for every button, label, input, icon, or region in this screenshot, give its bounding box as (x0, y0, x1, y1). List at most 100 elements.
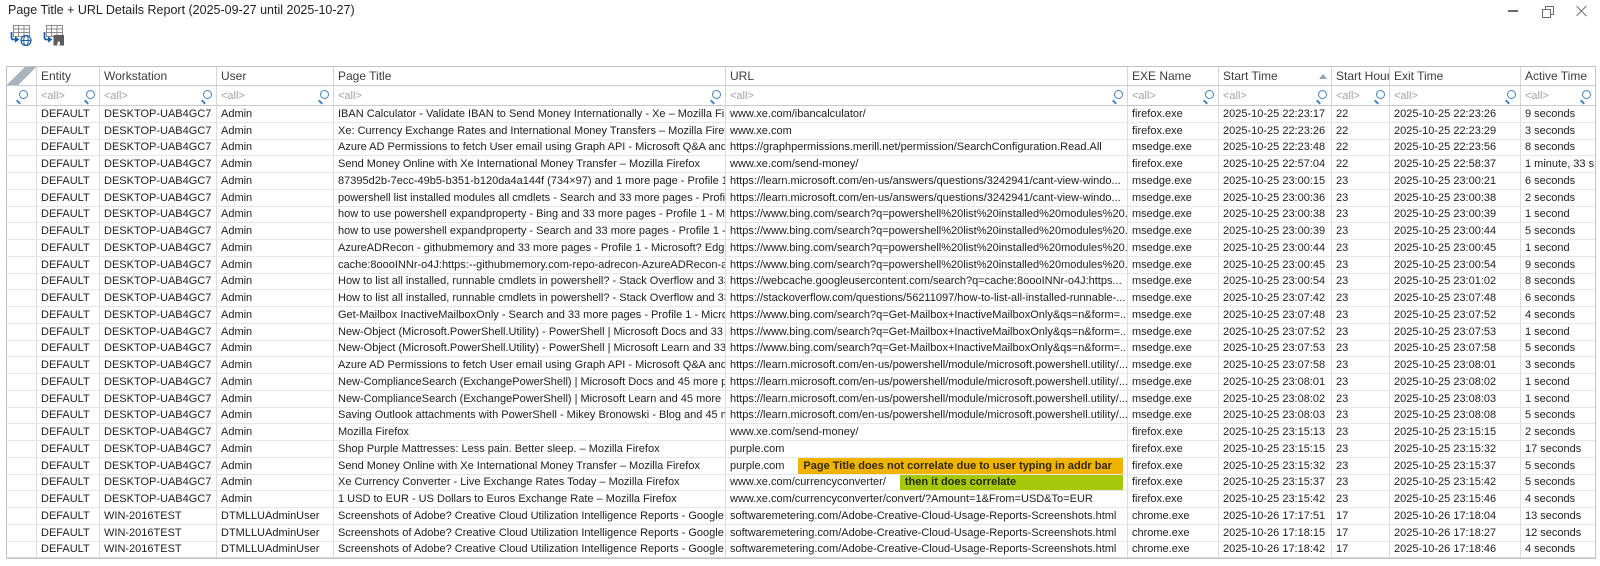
column-header-workstation[interactable]: Workstation (100, 67, 217, 85)
cell-workstation: WIN-2016TEST (100, 525, 217, 541)
filter-indicator[interactable] (7, 86, 37, 105)
search-icon[interactable] (1315, 90, 1327, 102)
cell-entity: DEFAULT (37, 257, 100, 273)
table-row[interactable]: DEFAULTDESKTOP-UAB4GC7AdminNew-Complianc… (7, 374, 1595, 391)
search-icon[interactable] (709, 90, 721, 102)
cell-text: 4 seconds (1525, 543, 1575, 555)
export-html-button[interactable] (8, 23, 34, 47)
cell-start_hour: 23 (1332, 173, 1390, 189)
table-row[interactable]: DEFAULTDESKTOP-UAB4GC7Adminhow to use po… (7, 223, 1595, 240)
minimize-button[interactable] (1504, 3, 1522, 19)
filter-exit_time[interactable]: <all> (1390, 86, 1521, 105)
cell-text: How to list all installed, runnable cmdl… (338, 275, 726, 287)
filter-workstation[interactable]: <all> (100, 86, 217, 105)
filter-start_time[interactable]: <all> (1219, 86, 1332, 105)
table-row[interactable]: DEFAULTDESKTOP-UAB4GC7Admincache:8oooINN… (7, 257, 1595, 274)
filter-url[interactable]: <all> (726, 86, 1128, 105)
cell-text: msedge.exe (1132, 326, 1192, 338)
table-row[interactable]: DEFAULTDESKTOP-UAB4GC7AdminHow to list a… (7, 274, 1595, 291)
search-icon[interactable] (1579, 90, 1591, 102)
table-row[interactable]: DEFAULTDESKTOP-UAB4GC7AdminGet-Mailbox I… (7, 307, 1595, 324)
table-row[interactable]: DEFAULTDESKTOP-UAB4GC7AdminSaving Outloo… (7, 408, 1595, 425)
cell-workstation: DESKTOP-UAB4GC7 (100, 458, 217, 474)
search-icon[interactable] (1202, 90, 1214, 102)
table-row[interactable]: DEFAULTDESKTOP-UAB4GC7AdminIBAN Calculat… (7, 106, 1595, 123)
cell-text: msedge.exe (1132, 225, 1192, 237)
cell-text: DESKTOP-UAB4GC7 (104, 376, 211, 388)
cell-text: 5 seconds (1525, 460, 1575, 472)
cell-text: 5 seconds (1525, 225, 1575, 237)
cell-text: New-ComplianceSearch (ExchangePowerShell… (338, 376, 726, 388)
column-header-active_time[interactable]: Active Time (1521, 67, 1595, 85)
table-row[interactable]: DEFAULTDESKTOP-UAB4GC7AdminXe Currency C… (7, 475, 1595, 492)
filter-exe_name[interactable]: <all> (1128, 86, 1219, 105)
restore-button[interactable] (1538, 3, 1556, 19)
column-header-page_title[interactable]: Page Title (334, 67, 726, 85)
column-header-exe_name[interactable]: EXE Name (1128, 67, 1219, 85)
table-row[interactable]: DEFAULTDESKTOP-UAB4GC7AdminHow to list a… (7, 290, 1595, 307)
cell-text: DEFAULT (41, 125, 90, 137)
column-header-entity[interactable]: Entity (37, 67, 100, 85)
close-button[interactable] (1572, 3, 1590, 19)
cell-exit_time: 2025-10-25 23:07:48 (1390, 290, 1521, 306)
cell-text: 2025-10-25 23:07:52 (1223, 326, 1325, 338)
table-row[interactable]: DEFAULTWIN-2016TESTDTMLLUAdminUserScreen… (7, 542, 1595, 559)
cell-text: 2025-10-25 23:07:48 (1223, 309, 1325, 321)
cell-active_time: 8 seconds (1521, 140, 1595, 156)
table-row[interactable]: DEFAULTDESKTOP-UAB4GC7AdminShop Purple M… (7, 441, 1595, 458)
table-row[interactable]: DEFAULTDESKTOP-UAB4GC7AdminNew-Object (M… (7, 341, 1595, 358)
table-row[interactable]: DEFAULTDESKTOP-UAB4GC7AdminNew-Complianc… (7, 391, 1595, 408)
column-header-start_hour[interactable]: Start Hour (1332, 67, 1390, 85)
cell-start_hour: 23 (1332, 491, 1390, 507)
search-icon[interactable] (200, 90, 212, 102)
column-header-user[interactable]: User (217, 67, 334, 85)
search-icon[interactable] (1111, 90, 1123, 102)
table-row[interactable]: DEFAULTDESKTOP-UAB4GC7Admin87395d2b-7ecc… (7, 173, 1595, 190)
table-row[interactable]: DEFAULTDESKTOP-UAB4GC7Adminhow to use po… (7, 207, 1595, 224)
cell-text: 2025-10-25 23:00:36 (1223, 192, 1325, 204)
table-row[interactable]: DEFAULTDESKTOP-UAB4GC7Admin1 USD to EUR … (7, 491, 1595, 508)
filter-page_title[interactable]: <all> (334, 86, 726, 105)
cell-active_time: 1 second (1521, 324, 1595, 340)
column-header-start_time[interactable]: Start Time (1219, 67, 1332, 85)
table-row[interactable]: DEFAULTWIN-2016TESTDTMLLUAdminUserScreen… (7, 508, 1595, 525)
column-header-exit_time[interactable]: Exit Time (1390, 67, 1521, 85)
cell-workstation: WIN-2016TEST (100, 508, 217, 524)
table-row[interactable]: DEFAULTDESKTOP-UAB4GC7AdminMozilla Firef… (7, 424, 1595, 441)
filter-entity[interactable]: <all> (37, 86, 100, 105)
table-row[interactable]: DEFAULTDESKTOP-UAB4GC7AdminAzure AD Perm… (7, 357, 1595, 374)
export-csv-button[interactable]: , (41, 23, 67, 47)
filter-user[interactable]: <all> (217, 86, 334, 105)
table-row[interactable]: DEFAULTDESKTOP-UAB4GC7Adminpowershell li… (7, 190, 1595, 207)
table-row[interactable]: DEFAULTDESKTOP-UAB4GC7AdminAzureADRecon … (7, 240, 1595, 257)
cell-text: 1 USD to EUR - US Dollars to Euros Excha… (338, 493, 677, 505)
column-header-url[interactable]: URL (726, 67, 1128, 85)
cell-text: 17 seconds (1525, 443, 1581, 455)
cell-exe_name: msedge.exe (1128, 140, 1219, 156)
cell-entity: DEFAULT (37, 508, 100, 524)
search-icon[interactable] (317, 90, 329, 102)
cell-text: DEFAULT (41, 543, 90, 555)
cell-active_time: 2 seconds (1521, 424, 1595, 440)
table-row[interactable]: DEFAULTDESKTOP-UAB4GC7AdminSend Money On… (7, 156, 1595, 173)
cell-text: 2025-10-25 23:15:37 (1223, 476, 1325, 488)
search-icon[interactable] (1504, 90, 1516, 102)
annotation-note: then it does correlate (900, 475, 1123, 491)
table-row[interactable]: DEFAULTDESKTOP-UAB4GC7AdminXe: Currency … (7, 123, 1595, 140)
filter-active_time[interactable]: <all> (1521, 86, 1595, 105)
cell-page_title: New-Object (Microsoft.PowerShell.Utility… (334, 341, 726, 357)
cell-text: 23 (1336, 192, 1348, 204)
search-icon[interactable] (83, 90, 95, 102)
table-row[interactable]: DEFAULTDESKTOP-UAB4GC7AdminAzure AD Perm… (7, 140, 1595, 157)
table-row[interactable]: DEFAULTDESKTOP-UAB4GC7AdminNew-Object (M… (7, 324, 1595, 341)
table-row[interactable]: DEFAULTWIN-2016TESTDTMLLUAdminUserScreen… (7, 525, 1595, 542)
cell-text: DEFAULT (41, 275, 90, 287)
filter-start_hour[interactable]: <all> (1332, 86, 1390, 105)
cell-text: Screenshots of Adobe? Creative Cloud Uti… (338, 510, 726, 522)
cell-start_hour: 23 (1332, 324, 1390, 340)
search-icon[interactable] (1373, 90, 1385, 102)
select-all-corner[interactable] (7, 67, 37, 85)
cell-text: https://www.bing.com/search?q=powershell… (730, 259, 1128, 271)
cell-text: DESKTOP-UAB4GC7 (104, 192, 211, 204)
table-row[interactable]: DEFAULTDESKTOP-UAB4GC7AdminSend Money On… (7, 458, 1595, 475)
